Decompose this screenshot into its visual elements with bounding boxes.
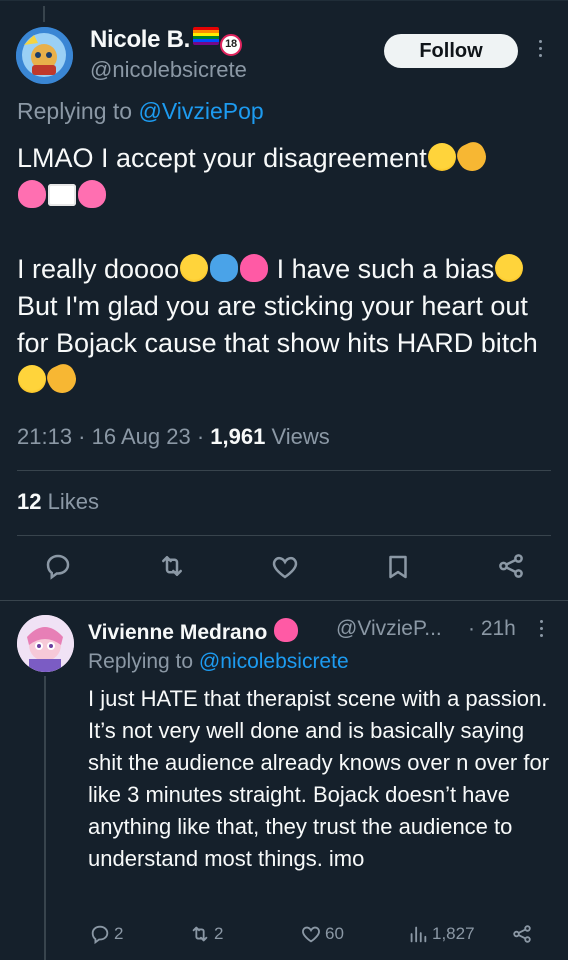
retweet-action[interactable]: 2	[189, 923, 223, 945]
like-icon	[302, 926, 320, 943]
reply-count: 2	[114, 924, 124, 943]
reply-icon[interactable]	[43, 551, 73, 581]
like-action[interactable]: 60	[300, 923, 344, 945]
retweet-icon	[192, 926, 208, 942]
tweet-meta: 21:13 · 16 Aug 23 · 1,961 Views	[17, 424, 330, 449]
views-action[interactable]: 1,827	[407, 923, 475, 945]
share-icon[interactable]	[496, 551, 526, 581]
like-icon[interactable]	[270, 552, 300, 582]
likes-summary[interactable]: 12 Likes	[17, 489, 99, 515]
reply-author-handle[interactable]: @VivzieP...	[336, 617, 442, 641]
pride-flag-emoji	[193, 27, 219, 45]
tweet-time[interactable]: 21:13	[17, 424, 72, 449]
replying-to-link[interactable]: @nicolebsicrete	[199, 650, 349, 673]
avatar-vivienne[interactable]	[17, 615, 74, 672]
views-count: 1,827	[432, 924, 475, 943]
author-name[interactable]: Nicole B. 18	[90, 26, 242, 56]
thread-line	[44, 676, 46, 960]
revolving-hearts-emoji	[18, 180, 46, 208]
share-icon	[513, 925, 531, 943]
sparkling-heart-emoji	[274, 618, 299, 642]
no-under-18-emoji: 18	[220, 34, 242, 56]
more-icon[interactable]	[540, 620, 544, 641]
top-divider	[0, 0, 568, 1]
rofl-emoji	[495, 254, 524, 282]
views-icon	[410, 926, 427, 943]
loudly-crying-emoji	[180, 254, 209, 282]
grinning-sweat-emoji	[18, 365, 46, 393]
sparkling-heart-emoji	[240, 254, 269, 282]
tweet-text: LMAO I accept your disagreement I really…	[17, 138, 552, 399]
reply-time[interactable]: · 21h	[468, 617, 516, 641]
retweet-count: 2	[214, 924, 224, 943]
divider	[17, 535, 551, 536]
clap-emoji	[43, 360, 81, 398]
retweet-icon[interactable]	[157, 551, 187, 581]
rofl-emoji	[427, 143, 456, 171]
replying-to: Replying to @VivziePop	[17, 98, 264, 124]
share-action[interactable]	[511, 923, 536, 945]
thread-line	[43, 6, 45, 22]
replying-to-link[interactable]: @VivziePop	[138, 98, 263, 124]
avatar-nicole[interactable]	[16, 27, 73, 84]
reply-action[interactable]: 2	[89, 923, 123, 945]
like-count: 60	[325, 924, 344, 943]
reply-author-name[interactable]: Vivienne Medrano	[88, 618, 299, 645]
people-hugging-emoji	[210, 254, 239, 282]
follow-button[interactable]: Follow	[384, 34, 518, 68]
love-letter-emoji	[48, 184, 76, 206]
more-icon[interactable]	[539, 40, 543, 61]
reply-text: I just HATE that therapist scene with a …	[88, 686, 550, 871]
replying-to: Replying to @nicolebsicrete	[88, 650, 349, 673]
revolving-hearts-emoji	[78, 180, 106, 208]
clap-emoji	[453, 138, 491, 176]
bookmark-icon[interactable]	[383, 552, 413, 582]
divider	[0, 600, 568, 601]
tweet-date[interactable]: 16 Aug 23	[92, 424, 191, 449]
divider	[17, 470, 551, 471]
author-display-name[interactable]: Nicole B.	[90, 26, 190, 53]
views-count: 1,961	[210, 424, 266, 449]
author-handle[interactable]: @nicolebsicrete	[90, 57, 247, 83]
reply-icon	[91, 925, 109, 945]
